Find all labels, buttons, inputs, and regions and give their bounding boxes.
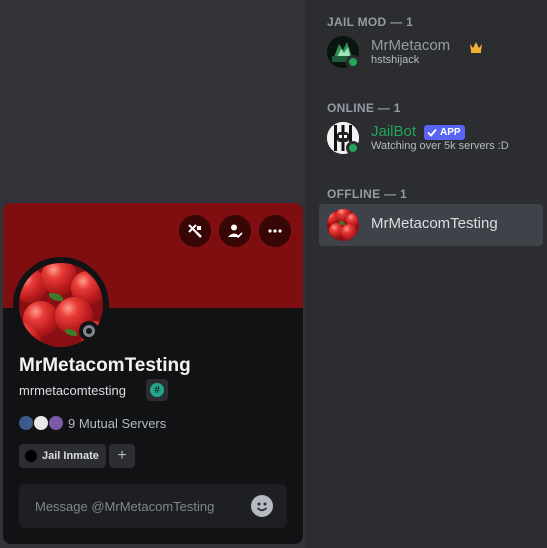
group-header-jail-mod: JAIL MOD — 1 xyxy=(327,15,414,29)
more-options-button[interactable] xyxy=(259,215,291,247)
member-name: MrMetacomTesting xyxy=(371,215,498,232)
member-mrmetacomtesting[interactable]: MrMetacomTesting xyxy=(319,204,543,246)
member-mrmetacom[interactable]: MrMetacom hstshijack xyxy=(319,31,543,73)
server-icon xyxy=(34,416,48,430)
profile-display-name: MrMetacomTesting xyxy=(19,355,191,376)
server-icon xyxy=(49,416,63,430)
profile-username: mrmetacomtesting xyxy=(19,383,126,398)
more-options-icon xyxy=(268,229,282,233)
hashtag-badge-icon[interactable]: # xyxy=(146,379,168,401)
mutual-servers-label: 9 Mutual Servers xyxy=(68,415,167,431)
server-icon xyxy=(19,416,33,430)
apple-avatar-art xyxy=(327,209,359,241)
moderation-button[interactable] xyxy=(179,215,211,247)
profile-popout: MrMetacomTesting mrmetacomtesting # 9 Mu… xyxy=(3,203,303,544)
app-badge: APP xyxy=(424,125,465,140)
add-friend-button[interactable] xyxy=(219,215,251,247)
mutual-servers-row[interactable]: 9 Mutual Servers xyxy=(19,414,166,432)
member-list: JAIL MOD — 1 MrMetacom hstshijack ONLINE… xyxy=(309,0,547,548)
member-jailbot[interactable]: JailBot APP Watching over 5k servers :D xyxy=(319,117,543,159)
add-role-button[interactable]: + xyxy=(109,444,135,468)
app-badge-label: APP xyxy=(440,127,461,138)
group-header-online: ONLINE — 1 xyxy=(327,101,401,115)
online-status-icon xyxy=(346,55,360,69)
role-chip[interactable]: Jail Inmate xyxy=(19,444,106,468)
member-name: MrMetacom xyxy=(371,37,451,54)
member-subtext: Watching over 5k servers :D xyxy=(371,140,509,152)
member-subtext: hstshijack xyxy=(371,54,420,66)
moderation-icon xyxy=(188,224,202,238)
message-box xyxy=(19,484,287,528)
message-input[interactable] xyxy=(19,484,249,528)
offline-status-icon xyxy=(79,321,99,341)
member-name: JailBot xyxy=(371,123,417,140)
crown-icon xyxy=(470,42,482,53)
emoji-icon[interactable] xyxy=(251,495,273,517)
checkmark-icon xyxy=(427,128,437,137)
group-header-offline: OFFLINE — 1 xyxy=(327,187,407,201)
online-status-icon xyxy=(346,141,360,155)
add-friend-icon xyxy=(228,224,243,239)
avatar xyxy=(327,209,359,241)
role-color-icon xyxy=(25,450,37,462)
role-label: Jail Inmate xyxy=(42,450,99,462)
